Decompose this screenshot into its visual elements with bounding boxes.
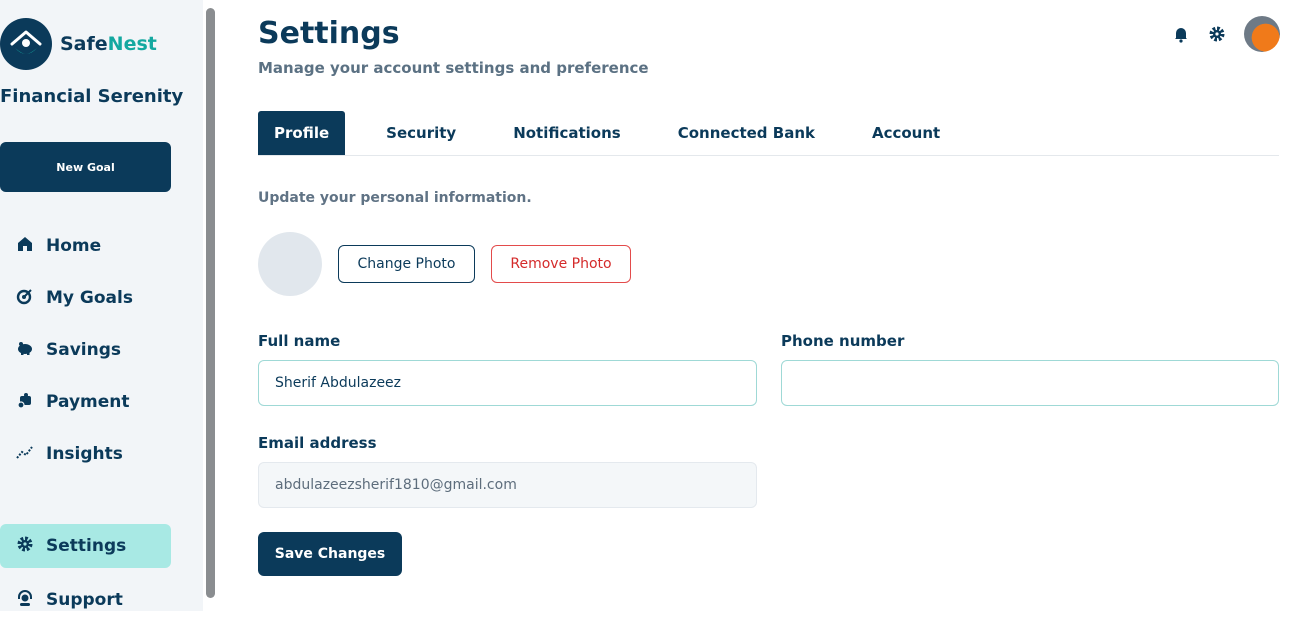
sidebar-scrollbar-thumb[interactable] (206, 8, 215, 598)
header-actions (1172, 16, 1280, 52)
email-address-field[interactable]: abdulazeezsherif1810@gmail.com (258, 462, 757, 508)
sidebar-item-label: Payment (46, 392, 130, 412)
brand-name: SafeNest (60, 33, 157, 55)
sidebar-item-home[interactable]: Home (0, 224, 171, 268)
sidebar-item-insights[interactable]: Insights (0, 432, 171, 476)
sidebar-item-label: Insights (46, 444, 123, 464)
home-icon (16, 235, 34, 257)
sidebar-item-label: Support (46, 590, 123, 610)
email-address-label: Email address (258, 434, 377, 452)
sidebar-item-label: Settings (46, 536, 127, 556)
brand-name-part2: Nest (107, 33, 157, 55)
settings-tabs: Profile Security Notifications Connected… (258, 111, 1279, 156)
change-photo-button[interactable]: Change Photo (338, 245, 475, 283)
remove-photo-button[interactable]: Remove Photo (491, 245, 631, 283)
tab-account[interactable]: Account (872, 111, 940, 155)
gear-icon (16, 535, 34, 557)
sidebar: SafeNest Financial Serenity New Goal Hom… (0, 0, 203, 611)
target-icon (16, 287, 34, 309)
house-heart-icon (0, 18, 52, 70)
tab-notifications[interactable]: Notifications (513, 111, 621, 155)
page-subtitle: Manage your account settings and prefere… (258, 59, 649, 77)
sidebar-item-my-goals[interactable]: My Goals (0, 276, 171, 320)
sidebar-item-label: Savings (46, 340, 122, 360)
full-name-label: Full name (258, 332, 341, 350)
sidebar-item-support[interactable]: Support (0, 578, 171, 622)
brand-name-part1: Safe (60, 33, 108, 55)
brand-logo[interactable]: SafeNest (0, 18, 157, 70)
new-goal-button[interactable]: New Goal (0, 142, 171, 192)
phone-number-label: Phone number (781, 332, 905, 350)
sidebar-item-settings[interactable]: Settings (0, 524, 171, 568)
payment-icon (16, 391, 34, 413)
brand-tagline: Financial Serenity (0, 86, 184, 107)
profile-photo-placeholder (258, 232, 322, 296)
section-description: Update your personal information. (258, 190, 532, 206)
sidebar-item-label: Home (46, 236, 102, 256)
sidebar-item-label: My Goals (46, 288, 133, 308)
tab-connected-bank[interactable]: Connected Bank (678, 111, 815, 155)
piggy-bank-icon (16, 339, 34, 361)
sidebar-item-savings[interactable]: Savings (0, 328, 171, 372)
tab-security[interactable]: Security (386, 111, 456, 155)
page-title: Settings (258, 16, 400, 51)
chart-line-icon (16, 443, 34, 465)
save-changes-button[interactable]: Save Changes (258, 532, 402, 576)
gear-icon[interactable] (1208, 25, 1226, 43)
avatar[interactable] (1244, 16, 1280, 52)
bell-icon[interactable] (1172, 25, 1190, 43)
tab-profile[interactable]: Profile (258, 111, 346, 155)
phone-number-field[interactable] (781, 360, 1279, 406)
headset-icon (16, 589, 34, 611)
sidebar-item-payment[interactable]: Payment (0, 380, 171, 424)
full-name-field[interactable]: Sherif Abdulazeez (258, 360, 757, 406)
